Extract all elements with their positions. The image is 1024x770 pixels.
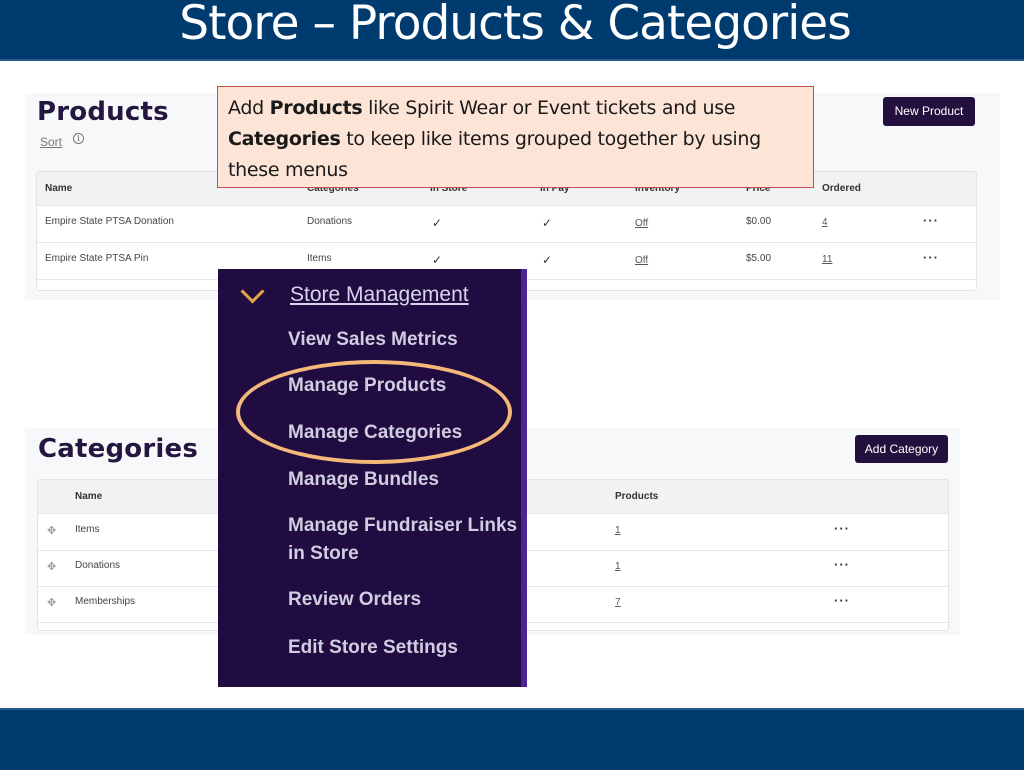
drag-handle-icon[interactable]: ✥ — [47, 596, 56, 609]
product-category: Items — [307, 253, 332, 264]
in-store-check-icon: ✓ — [432, 216, 443, 230]
product-category: Donations — [307, 216, 353, 227]
categories-title: Categories — [38, 434, 199, 464]
drag-handle-icon[interactable]: ✥ — [47, 560, 56, 573]
in-pay-check-icon: ✓ — [542, 253, 553, 267]
in-store-check-icon: ✓ — [432, 253, 443, 267]
callout-text-mid: like Spirit Wear or Event tickets and us… — [362, 97, 736, 119]
info-icon[interactable]: i — [73, 133, 84, 144]
inventory-link[interactable]: Off — [635, 218, 648, 229]
products-count-link[interactable]: 1 — [615, 525, 621, 536]
column-header-name[interactable]: Name — [45, 183, 72, 194]
callout-text-prefix: Add — [228, 97, 270, 119]
products-count-link[interactable]: 1 — [615, 561, 621, 572]
instruction-callout: Add Products like Spirit Wear or Event t… — [217, 86, 814, 188]
product-name[interactable]: Empire State PTSA Pin — [45, 253, 148, 264]
column-header-name[interactable]: Name — [75, 491, 102, 502]
product-price: $0.00 — [746, 216, 772, 227]
ordered-link[interactable]: 4 — [822, 217, 828, 228]
category-name[interactable]: Items — [75, 524, 99, 535]
slide-title: Store – Products & Categories — [179, 0, 851, 51]
callout-bold-categories: Categories — [228, 128, 341, 150]
more-actions-icon[interactable]: ··· — [834, 521, 850, 536]
product-price: $5.00 — [746, 253, 772, 264]
menu-item-view-sales-metrics[interactable]: View Sales Metrics — [288, 326, 518, 354]
more-actions-icon[interactable]: ··· — [923, 250, 939, 265]
products-title: Products — [37, 97, 169, 127]
ordered-link[interactable]: 11 — [822, 254, 832, 265]
slide-title-bar: Store – Products & Categories — [0, 0, 1024, 61]
chevron-down-icon[interactable] — [240, 279, 265, 304]
category-name[interactable]: Memberships — [75, 596, 135, 607]
column-header-ordered[interactable]: Ordered — [822, 183, 861, 194]
menu-item-review-orders[interactable]: Review Orders — [288, 586, 518, 614]
menu-header-store-management[interactable]: Store Management — [290, 283, 469, 307]
drag-handle-icon[interactable]: ✥ — [47, 524, 56, 537]
product-name[interactable]: Empire State PTSA Donation — [45, 216, 174, 227]
menu-item-manage-bundles[interactable]: Manage Bundles — [288, 466, 518, 494]
menu-item-manage-fundraiser-links[interactable]: Manage Fundraiser Links in Store — [288, 512, 518, 568]
table-row[interactable]: Empire State PTSA Donation Donations ✓ ✓… — [37, 206, 976, 243]
new-product-button[interactable]: New Product — [883, 97, 975, 126]
inventory-link[interactable]: Off — [635, 255, 648, 266]
menu-item-edit-store-settings[interactable]: Edit Store Settings — [288, 634, 518, 662]
products-count-link[interactable]: 7 — [615, 597, 621, 608]
slide-footer-bar — [0, 708, 1024, 770]
category-name[interactable]: Donations — [75, 560, 120, 571]
add-category-button[interactable]: Add Category — [855, 435, 948, 463]
store-management-menu: Store Management View Sales Metrics Mana… — [218, 269, 527, 687]
column-header-products[interactable]: Products — [615, 491, 658, 502]
more-actions-icon[interactable]: ··· — [834, 557, 850, 572]
more-actions-icon[interactable]: ··· — [834, 593, 850, 608]
sort-link[interactable]: Sort — [40, 135, 62, 149]
highlight-ellipse — [236, 360, 512, 464]
more-actions-icon[interactable]: ··· — [923, 213, 939, 228]
in-pay-check-icon: ✓ — [542, 216, 553, 230]
callout-bold-products: Products — [269, 97, 363, 119]
